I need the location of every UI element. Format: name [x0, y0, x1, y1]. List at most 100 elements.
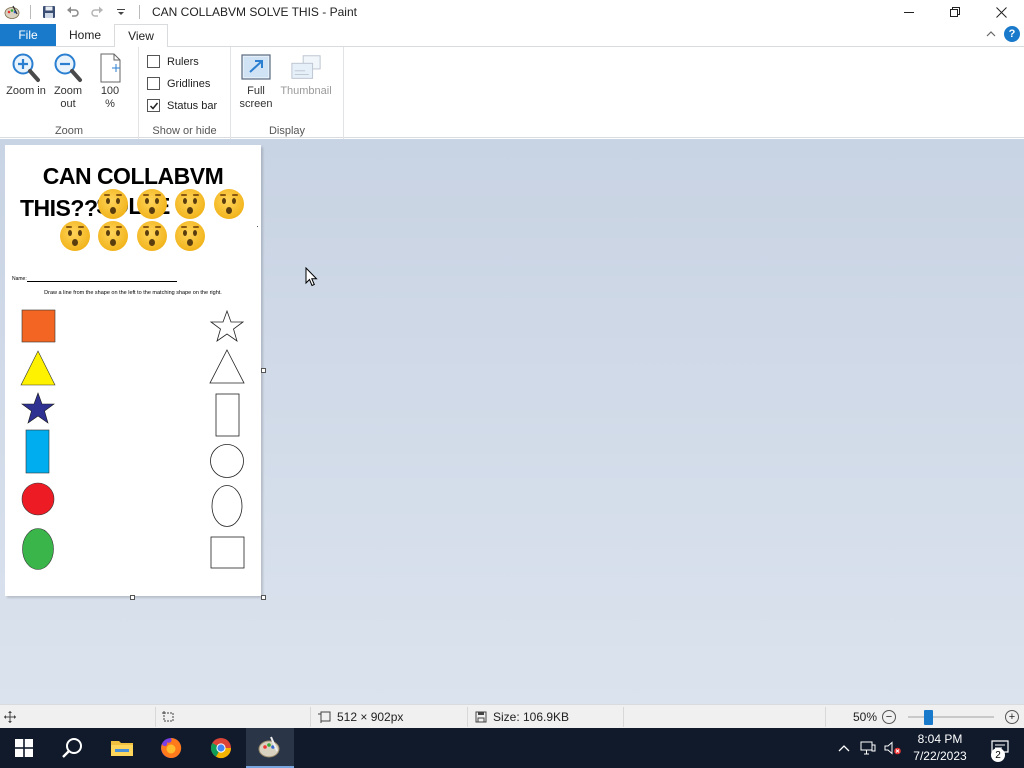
image-dimensions-text: 512 × 902px — [337, 710, 404, 724]
zoom-out-button[interactable]: Zoom out — [48, 51, 88, 117]
toolbar-separator — [30, 5, 31, 19]
clock[interactable]: 8:04 PM 7/22/2023 — [906, 731, 974, 765]
restore-button[interactable] — [932, 0, 978, 24]
zoom-group-label: Zoom — [54, 125, 84, 137]
status-bar: 512 × 902px Size: 106.9KB 50% − + — [0, 704, 1024, 728]
file-explorer-button[interactable] — [98, 728, 146, 768]
status-bar-label: Status bar — [167, 99, 218, 112]
show-hidden-icons-icon[interactable] — [838, 744, 850, 752]
rulers-checkbox[interactable]: Rulers — [147, 55, 199, 68]
windows-logo-icon — [15, 739, 33, 757]
file-size: Size: 106.9KB — [475, 705, 569, 729]
clock-date: 7/22/2023 — [913, 749, 967, 763]
cyan-rectangle-shape — [25, 429, 50, 474]
folder-icon — [111, 741, 133, 756]
zoom-out-small-button[interactable]: − — [882, 710, 896, 724]
outline-star-shape — [209, 309, 245, 342]
window-controls — [886, 0, 1024, 24]
gridlines-label: Gridlines — [167, 77, 211, 90]
taskbar: 8:04 PM 7/22/2023 2 — [0, 728, 1024, 768]
zoom-slider-track[interactable] — [908, 716, 994, 718]
tab-view[interactable]: View — [114, 24, 168, 47]
ribbon: Zoom in Zoom out 100 % Zoom Rulers Gridl… — [0, 46, 1024, 139]
zoom-100-label: 100 % — [100, 85, 120, 110]
zoom-in-button[interactable]: Zoom in — [6, 51, 46, 117]
green-oval-shape — [22, 528, 54, 570]
status-bar-checkbox[interactable]: Status bar — [147, 99, 217, 112]
save-icon[interactable] — [39, 2, 59, 22]
customize-toolbar-icon[interactable] — [111, 2, 131, 22]
resize-handle-bottom[interactable] — [130, 595, 135, 600]
collapse-ribbon-icon[interactable] — [986, 27, 996, 41]
image-canvas[interactable]: CAN COLLABVM SOLVE THIS?? Name: Draw a l… — [5, 145, 261, 596]
clock-time: 8:04 PM — [917, 732, 963, 746]
ribbon-tab-row: File Home View ? — [0, 24, 1024, 47]
paint-app-icon[interactable] — [2, 2, 22, 22]
full-screen-button[interactable]: Full screen — [236, 51, 276, 117]
gridlines-checkbox[interactable]: Gridlines — [147, 77, 210, 90]
firefox-button[interactable] — [147, 728, 195, 768]
display-group: Full screen Thumbnail Display — [231, 47, 344, 139]
ribbon-tab-actions: ? — [986, 26, 1020, 42]
full-screen-icon — [240, 51, 272, 85]
canvas-workspace[interactable]: CAN COLLABVM SOLVE THIS?? Name: Draw a l… — [0, 139, 1024, 704]
zoom-in-icon — [10, 51, 42, 85]
orange-square-shape — [21, 309, 56, 343]
outline-rectangle-shape — [215, 393, 240, 437]
checkmark-icon — [149, 102, 158, 110]
help-icon[interactable]: ? — [1004, 26, 1020, 42]
cursor-position — [4, 705, 16, 729]
tab-file[interactable]: File — [0, 24, 56, 46]
search-button[interactable] — [48, 728, 96, 768]
firefox-icon — [161, 737, 182, 758]
undo-icon[interactable] — [63, 2, 83, 22]
zoom-level: 50% — [853, 710, 878, 724]
display-group-label: Display — [268, 125, 306, 137]
show-hide-group-label: Show or hide — [152, 125, 217, 137]
mouse-cursor-icon — [305, 267, 318, 287]
outline-circle-shape — [210, 444, 244, 478]
zoom-slider-thumb[interactable] — [924, 710, 933, 725]
chrome-button[interactable] — [197, 728, 245, 768]
chrome-icon — [210, 738, 232, 759]
thumbnail-button[interactable]: Thumbnail — [278, 51, 334, 117]
rulers-label: Rulers — [167, 55, 199, 68]
outline-square-shape — [210, 536, 245, 569]
zoom-out-icon — [52, 51, 84, 85]
paint-taskbar-button[interactable] — [246, 728, 294, 768]
status-bar-checkbox-box[interactable] — [147, 99, 160, 112]
redo-icon[interactable] — [87, 2, 107, 22]
image-dimensions: 512 × 902px — [318, 705, 403, 729]
window-title: CAN COLLABVM SOLVE THIS - Paint — [152, 5, 357, 19]
file-size-text: Size: 106.9KB — [493, 710, 570, 724]
yellow-triangle-shape — [20, 350, 56, 386]
resize-handle-corner[interactable] — [261, 595, 266, 600]
outline-triangle-shape — [209, 349, 245, 384]
zoom-in-small-button[interactable]: + — [1005, 710, 1019, 724]
close-button[interactable] — [978, 0, 1024, 24]
tab-home[interactable]: Home — [58, 24, 112, 46]
volume-muted-icon[interactable] — [884, 741, 902, 755]
notification-count-badge: 2 — [991, 748, 1005, 762]
rulers-checkbox-box[interactable] — [147, 55, 160, 68]
worksheet-shapes — [20, 226, 258, 570]
disk-icon — [475, 711, 487, 723]
resize-handle-right[interactable] — [261, 368, 266, 373]
outline-oval-shape — [211, 485, 243, 527]
thumbnail-icon — [290, 51, 322, 85]
canvas-size-icon — [318, 711, 331, 723]
show-hide-group: Rulers Gridlines Status bar Show or hide — [139, 47, 231, 139]
zoom-group: Zoom in Zoom out 100 % Zoom — [0, 47, 139, 139]
gridlines-checkbox-box[interactable] — [147, 77, 160, 90]
start-button[interactable] — [0, 728, 48, 768]
red-circle-shape — [21, 482, 55, 516]
minimize-button[interactable] — [886, 0, 932, 24]
blue-star-shape — [21, 392, 55, 424]
selection-icon — [162, 711, 174, 722]
quick-access-toolbar: CAN COLLABVM SOLVE THIS - Paint — [0, 0, 357, 24]
zoom-100-button[interactable]: 100 % — [90, 51, 130, 117]
network-icon[interactable] — [860, 741, 876, 755]
system-tray — [838, 728, 902, 768]
zoom-in-label: Zoom in — [6, 85, 46, 97]
thumbnail-label: Thumbnail — [280, 85, 332, 97]
